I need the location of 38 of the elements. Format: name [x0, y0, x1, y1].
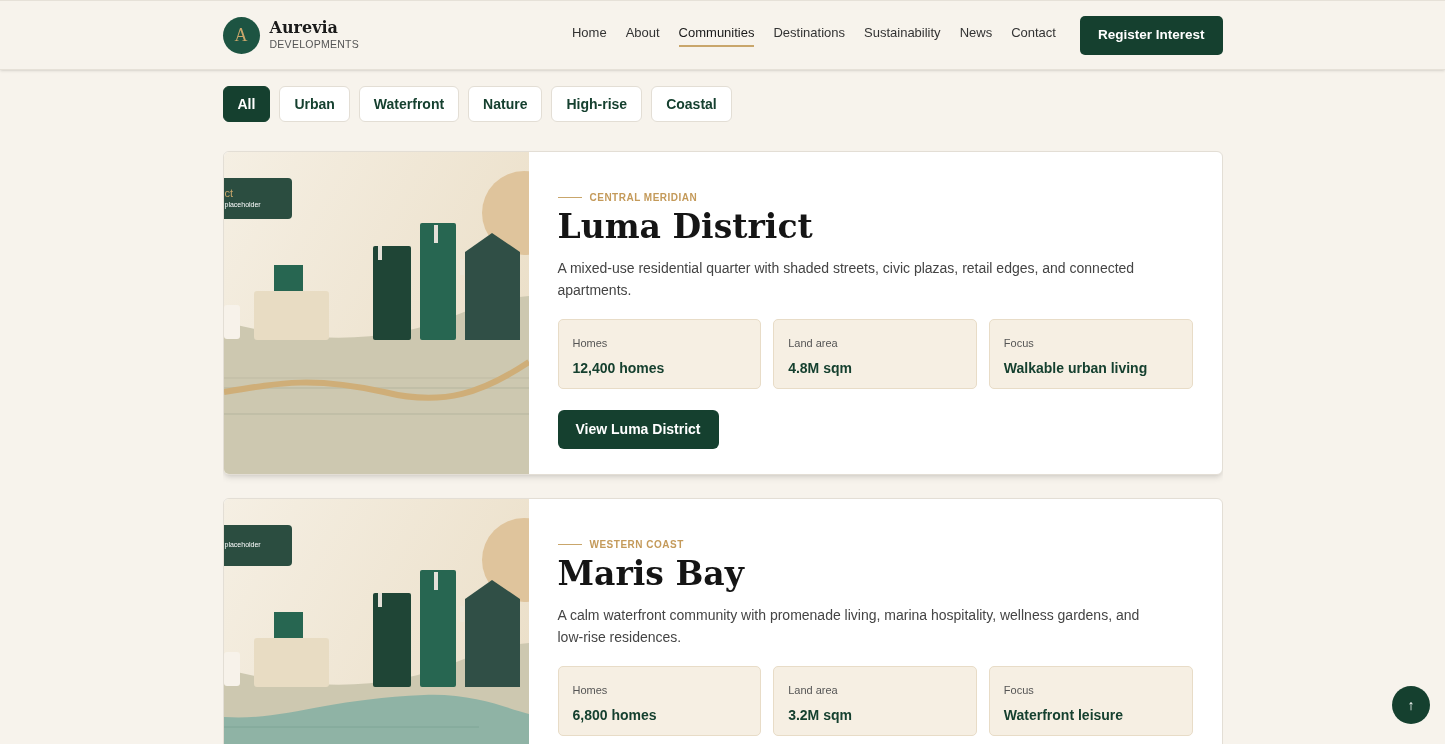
filter-chip[interactable]: Waterfront: [358, 86, 460, 122]
community-description: A calm waterfront community with promenade living, marina hospitality, wellness gardens, and low-rise residences.: [557, 606, 1141, 648]
stat-label: Land area: [788, 336, 839, 352]
stat-label: Focus: [1003, 683, 1035, 699]
brand-tagline: DEVELOPMENTS: [269, 39, 359, 50]
stat-value: 12,400 homes: [572, 358, 666, 378]
view-community-button[interactable]: View Luma District: [557, 410, 719, 450]
nav-link[interactable]: About: [625, 22, 660, 48]
stat-label: Land area: [788, 683, 839, 699]
stat-label: Homes: [572, 683, 609, 699]
nav-link[interactable]: Destinations: [773, 22, 845, 48]
scroll-to-top-button[interactable]: ↑: [1392, 686, 1430, 724]
filter-chip[interactable]: Coastal: [651, 86, 732, 122]
filter-chip[interactable]: Nature: [468, 86, 543, 122]
register-interest-button[interactable]: Register Interest: [1079, 15, 1223, 55]
community-title: Luma District: [557, 206, 814, 248]
image-label-title: ct: [224, 187, 235, 201]
nav-link[interactable]: News: [959, 22, 993, 48]
nav-link[interactable]: Communities: [678, 22, 755, 48]
filter-chip[interactable]: Urban: [279, 86, 350, 122]
brand-name: Aurevia: [269, 20, 339, 37]
community-description: A mixed-use residential quarter with shaded streets, civic plazas, retail edges, and connected apartments.: [557, 259, 1136, 301]
stat-label: Focus: [1003, 336, 1035, 352]
nav-link[interactable]: Contact: [1011, 22, 1056, 48]
region-label: CENTRAL MERIDIAN: [589, 191, 698, 205]
community-title: Maris Bay: [557, 553, 746, 595]
filter-chip[interactable]: High-rise: [551, 86, 643, 122]
region-label: WESTERN COAST: [589, 538, 684, 552]
stat-value: Walkable urban living: [1003, 358, 1149, 378]
logo-mark: A: [222, 16, 260, 54]
stat-value: 4.8M sqm: [788, 358, 853, 378]
nav-link[interactable]: Home: [571, 22, 607, 48]
stat-value: Waterfront leisure: [1003, 705, 1125, 725]
stat-value: 3.2M sqm: [788, 705, 853, 725]
stat-label: Homes: [572, 336, 609, 352]
stat-value: 6,800 homes: [572, 705, 658, 725]
filter-chip[interactable]: All: [222, 86, 271, 122]
nav-link[interactable]: Sustainability: [864, 22, 941, 48]
